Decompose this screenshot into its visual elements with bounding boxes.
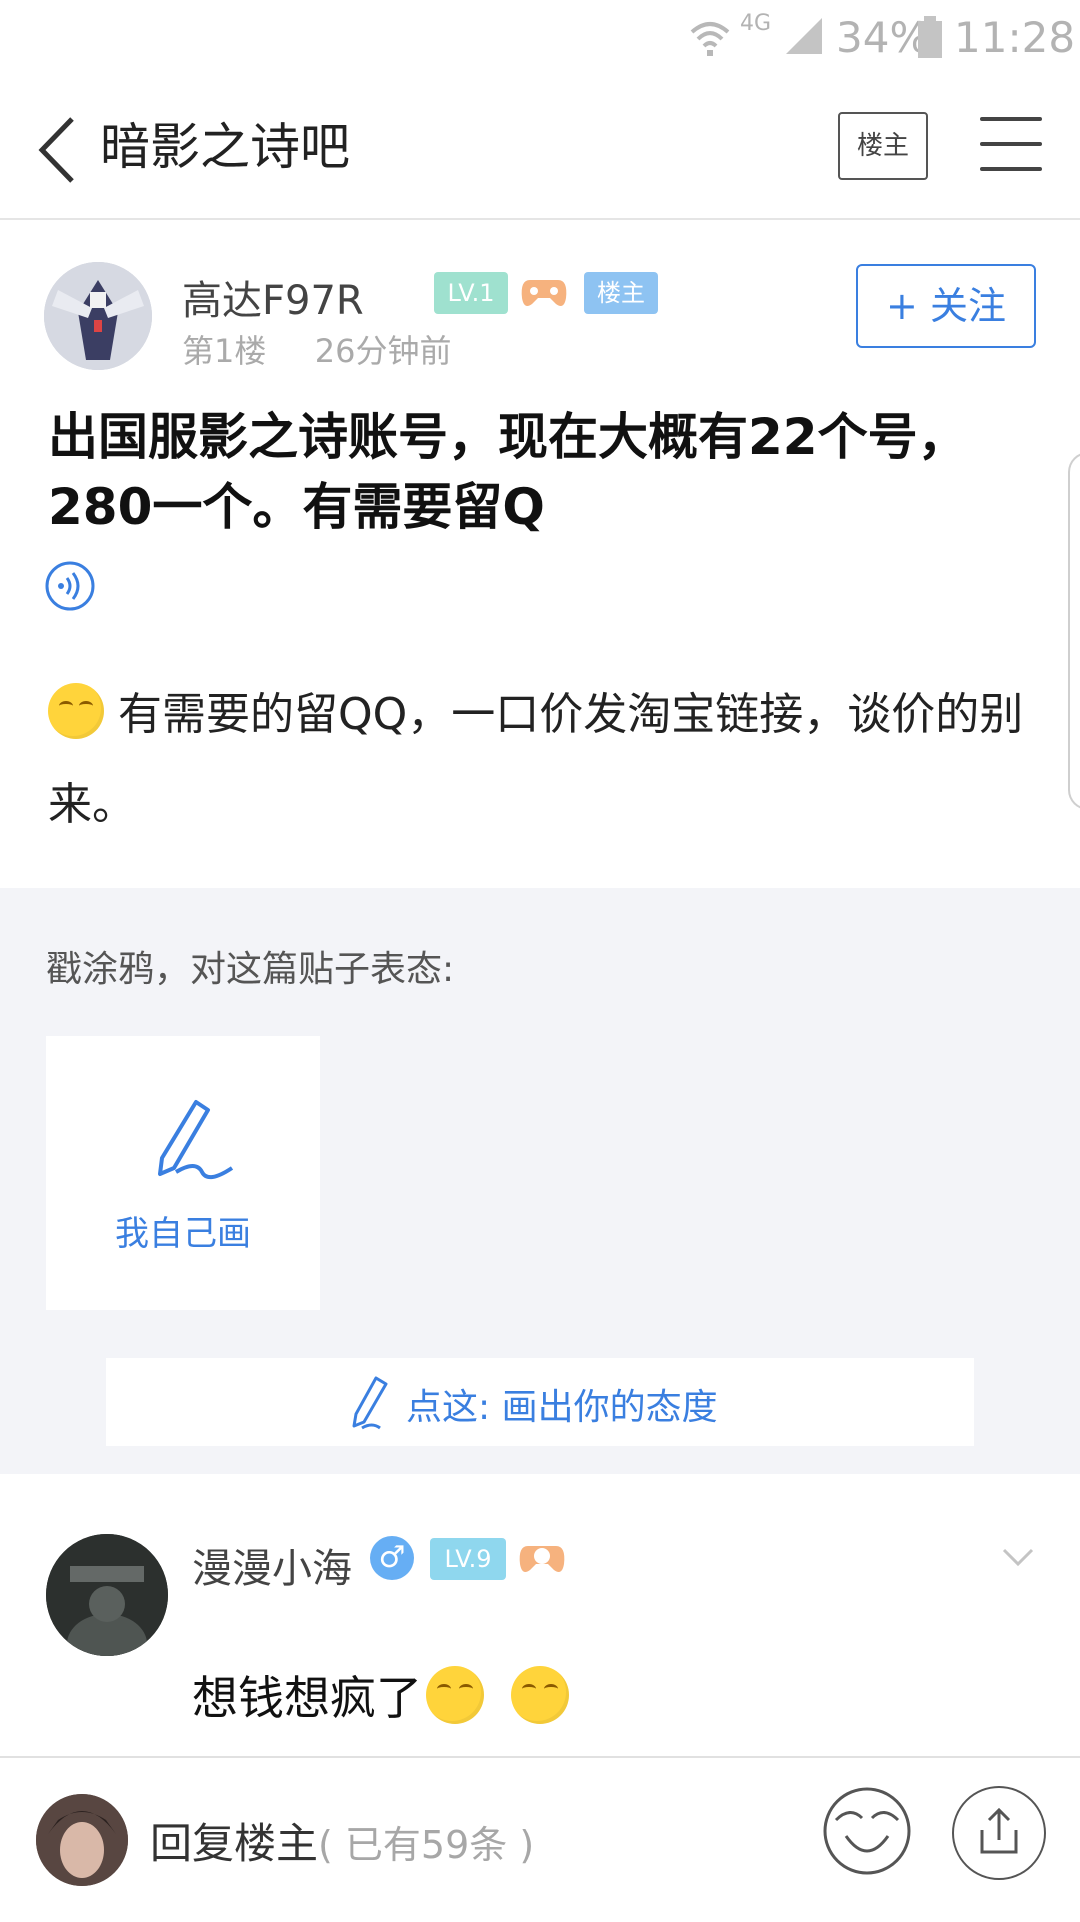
emoji-button-icon[interactable] xyxy=(822,1786,912,1876)
top-nav-bar: 暗影之诗吧 楼主 xyxy=(0,75,1080,220)
post-body-text: 有需要的留QQ，一口价发淘宝链接，谈价的别来。 xyxy=(48,689,1024,830)
network-label: 4G xyxy=(740,11,772,36)
owner-badge: 楼主 xyxy=(584,272,658,314)
clock: 11:28 xyxy=(954,13,1076,62)
forum-title: 暗影之诗吧 xyxy=(100,118,350,176)
smile-emoji-icon xyxy=(48,683,104,739)
grin-emoji-icon xyxy=(510,1666,569,1724)
only-owner-button[interactable]: 楼主 xyxy=(838,112,928,180)
share-icon xyxy=(980,1807,1018,1854)
reply-label: 回复楼主 xyxy=(150,1819,319,1868)
my-avatar[interactable] xyxy=(36,1794,128,1886)
male-gender-icon: ♂ xyxy=(370,1536,414,1580)
pen-icon xyxy=(352,1376,388,1430)
graffiti-title: 戳涂鸦，对这篇贴子表态: xyxy=(46,949,455,990)
battery-percent: 34% xyxy=(836,13,930,62)
status-bar: 4G 34% 11:28 xyxy=(0,0,1080,75)
commenter-name[interactable]: 漫漫小海 xyxy=(192,1536,352,1594)
graffiti-section: 戳涂鸦，对这篇贴子表态: 我自己画 点这: 画出你的态度 xyxy=(0,888,1080,1474)
comment-text: 想钱想疯了 xyxy=(192,1662,569,1728)
follow-button[interactable]: + 关注 xyxy=(856,264,1036,348)
reply-count: ( 已有59条 ) xyxy=(318,1823,535,1867)
comment-text-body: 想钱想疯了 xyxy=(192,1671,422,1725)
voice-icon[interactable] xyxy=(44,560,96,612)
post-title: 出国服影之诗账号，现在大概有22个号，280一个。有需要留Q xyxy=(48,408,968,536)
post-meta: 第1楼 26分钟前 xyxy=(182,326,451,372)
reply-input[interactable]: 回复楼主( 已有59条 ) xyxy=(150,1810,534,1871)
side-drawer-handle[interactable] xyxy=(1068,452,1080,810)
draw-attitude-label: 点这: 画出你的态度 xyxy=(406,1387,718,1428)
gamepad-icon xyxy=(521,280,567,306)
pen-icon xyxy=(158,1100,234,1180)
signal-icon xyxy=(786,18,822,54)
author-avatar[interactable] xyxy=(44,262,152,370)
post-time: 26分钟前 xyxy=(314,332,452,370)
grin-emoji-icon xyxy=(426,1666,484,1724)
wifi-icon xyxy=(690,22,730,56)
chevron-down-icon[interactable] xyxy=(1000,1540,1036,1576)
bottom-reply-bar: 回复楼主( 已有59条 ) xyxy=(0,1756,1080,1922)
level-badge: LV.1 xyxy=(434,272,508,314)
draw-attitude-bar[interactable]: 点这: 画出你的态度 xyxy=(106,1358,974,1446)
share-button[interactable] xyxy=(952,1786,1046,1880)
back-arrow-icon[interactable] xyxy=(36,115,80,185)
author-name[interactable]: 高达F97R xyxy=(182,268,364,326)
draw-myself-card[interactable]: 我自己画 xyxy=(46,1036,320,1310)
commenter-avatar[interactable] xyxy=(46,1534,168,1656)
menu-icon[interactable] xyxy=(980,117,1042,171)
commenter-level-badge: LV.9 xyxy=(430,1538,506,1580)
gamepad-icon xyxy=(519,1546,565,1572)
draw-myself-label: 我自己画 xyxy=(115,1214,251,1254)
floor-number: 第1楼 xyxy=(182,332,267,370)
battery-icon xyxy=(918,16,942,58)
post-body: 有需要的留QQ，一口价发淘宝链接，谈价的别来。 xyxy=(48,670,1038,850)
